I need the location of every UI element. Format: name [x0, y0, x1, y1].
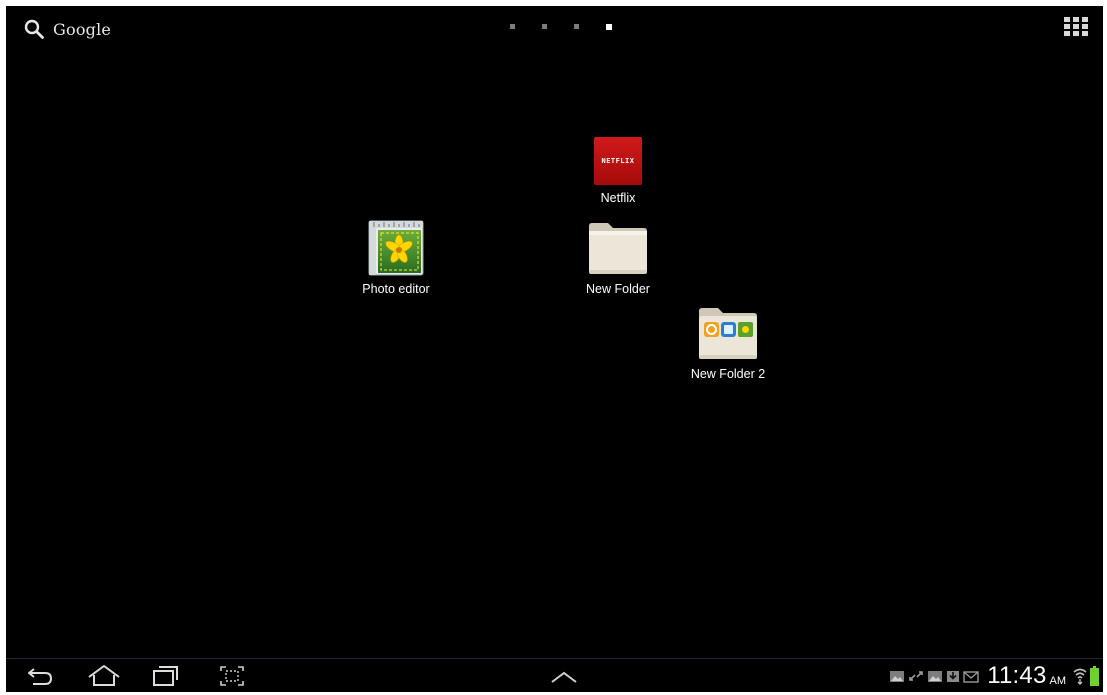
shortcut-label: New Folder 2 — [690, 367, 766, 381]
folder-with-apps-icon — [699, 308, 757, 359]
folder-icon — [589, 223, 647, 274]
netflix-shortcut[interactable]: NETFLIX Netflix — [563, 137, 673, 205]
page-indicator — [510, 23, 639, 30]
clock-ampm: AM — [1049, 674, 1067, 687]
google-search-label: Google — [53, 19, 112, 39]
photo-editor-shortcut[interactable]: Photo editor — [341, 220, 451, 296]
netflix-wordmark: NETFLIX — [601, 157, 635, 165]
google-search-bar[interactable]: Google — [24, 16, 111, 42]
shortcut-label: Netflix — [600, 191, 636, 205]
gallery-icon — [928, 671, 943, 682]
home-icon — [88, 665, 120, 686]
page-dot[interactable] — [510, 24, 515, 29]
email-icon — [963, 671, 979, 683]
netflix-icon: NETFLIX — [594, 137, 642, 185]
search-icon — [24, 19, 44, 39]
recent-apps-icon — [153, 666, 178, 686]
gallery-icon — [890, 671, 905, 682]
battery-icon — [1090, 666, 1099, 686]
clock-time: 11:43 — [987, 662, 1047, 689]
download-icon — [947, 671, 960, 682]
photo-editor-icon — [368, 220, 424, 276]
app-drawer-button[interactable] — [549, 669, 579, 689]
sync-icon — [909, 671, 924, 681]
new-folder-shortcut[interactable]: New Folder — [563, 220, 673, 296]
navigation-bar: 11:43 AM — [6, 658, 1103, 692]
shortcut-label: New Folder — [586, 282, 650, 296]
recent-apps-button[interactable] — [151, 664, 181, 692]
shortcut-label: Photo editor — [362, 282, 430, 296]
back-icon — [28, 668, 53, 685]
page-dot[interactable] — [542, 24, 547, 29]
home-screen: Google NETFLIX Netflix Photo editor New … — [6, 6, 1103, 692]
wifi-icon — [1073, 668, 1087, 685]
new-folder-2-shortcut[interactable]: New Folder 2 — [673, 305, 783, 381]
page-dot-active[interactable] — [606, 23, 612, 30]
back-button[interactable] — [24, 664, 56, 692]
chevron-up-icon — [551, 671, 577, 683]
page-dot[interactable] — [574, 24, 579, 29]
screenshot-button[interactable] — [217, 664, 247, 692]
status-area[interactable]: 11:43 AM — [889, 661, 1099, 691]
home-button[interactable] — [86, 664, 122, 692]
apps-grid-icon[interactable] — [1064, 17, 1088, 37]
screenshot-icon — [220, 666, 244, 686]
